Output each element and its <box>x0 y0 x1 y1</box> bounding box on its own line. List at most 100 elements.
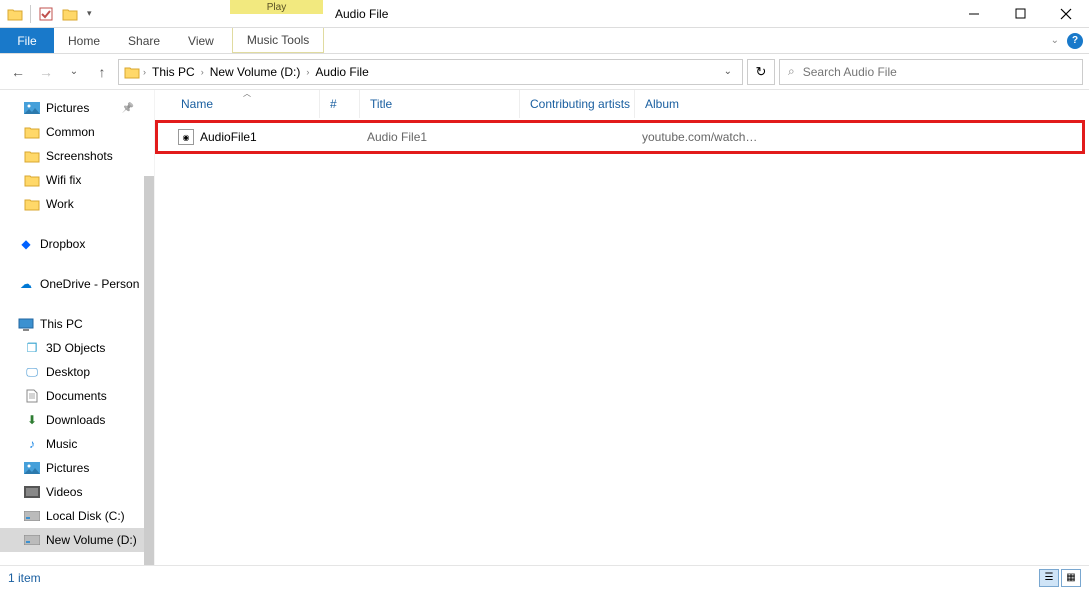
onedrive-icon: ☁ <box>18 276 34 292</box>
qat-properties-icon[interactable] <box>37 5 55 23</box>
file-tab[interactable]: File <box>0 28 54 53</box>
sidebar-item-documents[interactable]: Documents <box>0 384 154 408</box>
sidebar-item-label: Work <box>46 197 74 211</box>
breadcrumb-volume[interactable]: New Volume (D:) <box>206 63 305 81</box>
sidebar-item-ddrive[interactable]: New Volume (D:) <box>0 528 154 552</box>
documents-icon <box>24 388 40 404</box>
desktop-icon: 🖵 <box>24 364 40 380</box>
column-title[interactable]: Title <box>360 90 520 118</box>
sidebar-item-screenshots[interactable]: Screenshots <box>0 144 154 168</box>
chevron-right-icon[interactable]: › <box>201 67 204 77</box>
videos-icon <box>24 484 40 500</box>
refresh-button[interactable]: ↻ <box>747 59 775 85</box>
file-title: Audio File1 <box>357 130 517 144</box>
sidebar-item-label: Videos <box>46 485 82 499</box>
address-dropdown-caret[interactable]: ⌄ <box>718 66 738 77</box>
chevron-right-icon[interactable]: › <box>306 67 309 77</box>
sidebar-item-work[interactable]: Work <box>0 192 154 216</box>
sidebar-item-label: Wifi fix <box>46 173 81 187</box>
qat-newfolder-icon[interactable] <box>61 5 79 23</box>
column-label: Name <box>181 97 213 111</box>
nav-recent-caret[interactable]: ⌄ <box>62 60 86 84</box>
sidebar-item-cdrive[interactable]: Local Disk (C:) <box>0 504 154 528</box>
column-artists[interactable]: Contributing artists <box>520 90 635 118</box>
sidebar-item-videos[interactable]: Videos <box>0 480 154 504</box>
sort-ascending-icon: ︿ <box>243 88 251 99</box>
navigation-pane[interactable]: Pictures Common Screenshots Wifi fix Wor… <box>0 90 155 565</box>
help-icon[interactable]: ? <box>1067 33 1083 49</box>
sidebar-item-pictures2[interactable]: Pictures <box>0 456 154 480</box>
status-item-count: 1 item <box>8 571 41 585</box>
close-button[interactable] <box>1043 0 1089 27</box>
file-row[interactable]: ◉ AudioFile1 Audio File1 youtube.com/wat… <box>158 123 1082 151</box>
thispc-icon <box>18 316 34 332</box>
sidebar-item-label: Music <box>46 437 77 451</box>
share-tab[interactable]: Share <box>114 28 174 53</box>
sidebar-item-pictures[interactable]: Pictures <box>0 96 154 120</box>
3dobjects-icon: ❒ <box>24 340 40 356</box>
highlighted-row: ◉ AudioFile1 Audio File1 youtube.com/wat… <box>155 120 1085 154</box>
sidebar-item-label: New Volume (D:) <box>46 533 137 547</box>
file-album: youtube.com/watch?... <box>632 130 762 144</box>
sidebar-item-music[interactable]: ♪ Music <box>0 432 154 456</box>
folder-icon <box>24 124 40 140</box>
nav-back-button[interactable]: ← <box>6 60 30 84</box>
sidebar-item-label: Pictures <box>46 461 89 475</box>
music-tools-tab[interactable]: Music Tools <box>232 28 324 53</box>
audio-file-icon: ◉ <box>178 129 194 145</box>
pictures-icon <box>24 100 40 116</box>
sidebar-item-3dobjects[interactable]: ❒ 3D Objects <box>0 336 154 360</box>
address-bar[interactable]: › This PC › New Volume (D:) › Audio File… <box>118 59 743 85</box>
play-contextual-tab[interactable]: Play <box>230 0 323 14</box>
sidebar-item-common[interactable]: Common <box>0 120 154 144</box>
sidebar-item-label: Desktop <box>46 365 90 379</box>
column-album[interactable]: Album <box>635 90 765 118</box>
folder-icon <box>24 148 40 164</box>
breadcrumb-thispc[interactable]: This PC <box>148 63 199 81</box>
minimize-button[interactable] <box>951 0 997 27</box>
column-headers[interactable]: ︿ Name # Title Contributing artists Albu… <box>155 90 1089 118</box>
sidebar-item-downloads[interactable]: ⬇ Downloads <box>0 408 154 432</box>
sidebar-item-label: Documents <box>46 389 107 403</box>
view-large-icons-button[interactable]: ▦ <box>1061 569 1081 587</box>
sidebar-item-label: Dropbox <box>40 237 85 251</box>
address-folder-icon <box>123 63 141 81</box>
pictures-icon <box>24 460 40 476</box>
sidebar-item-label: OneDrive - Person <box>40 277 139 291</box>
drive-icon <box>24 532 40 548</box>
view-tab[interactable]: View <box>174 28 228 53</box>
qat-customize-caret[interactable]: ▾ <box>87 8 92 19</box>
column-number[interactable]: # <box>320 90 360 118</box>
folder-icon <box>24 196 40 212</box>
view-details-button[interactable]: ☰ <box>1039 569 1059 587</box>
sidebar-item-label: 3D Objects <box>46 341 105 355</box>
sidebar-item-label: Local Disk (C:) <box>46 509 125 523</box>
sidebar-item-label: Screenshots <box>46 149 113 163</box>
music-icon: ♪ <box>24 436 40 452</box>
sidebar-item-label: Common <box>46 125 95 139</box>
folder-icon <box>24 172 40 188</box>
sidebar-item-thispc[interactable]: This PC <box>0 312 154 336</box>
qat-folder-icon[interactable] <box>6 5 24 23</box>
nav-up-button[interactable]: ↑ <box>90 60 114 84</box>
breadcrumb-folder[interactable]: Audio File <box>311 63 372 81</box>
chevron-right-icon[interactable]: › <box>143 67 146 77</box>
sidebar-item-desktop[interactable]: 🖵 Desktop <box>0 360 154 384</box>
sidebar-item-dropbox[interactable]: ◆ Dropbox <box>0 232 154 256</box>
drive-icon <box>24 508 40 524</box>
sidebar-item-label: Pictures <box>46 101 89 115</box>
sidebar-scrollbar[interactable] <box>144 176 154 565</box>
home-tab[interactable]: Home <box>54 28 114 53</box>
column-name[interactable]: ︿ Name <box>175 90 320 118</box>
sidebar-item-label: Downloads <box>46 413 105 427</box>
sidebar-item-wifi[interactable]: Wifi fix <box>0 168 154 192</box>
search-box[interactable]: ⌕ <box>779 59 1083 85</box>
downloads-icon: ⬇ <box>24 412 40 428</box>
search-input[interactable] <box>803 65 1074 79</box>
nav-forward-button[interactable]: → <box>34 60 58 84</box>
file-name: AudioFile1 <box>200 130 257 144</box>
sidebar-item-label: This PC <box>40 317 83 331</box>
maximize-button[interactable] <box>997 0 1043 27</box>
ribbon-expand-caret[interactable]: ⌄ <box>1051 35 1059 46</box>
sidebar-item-onedrive[interactable]: ☁ OneDrive - Person <box>0 272 154 296</box>
